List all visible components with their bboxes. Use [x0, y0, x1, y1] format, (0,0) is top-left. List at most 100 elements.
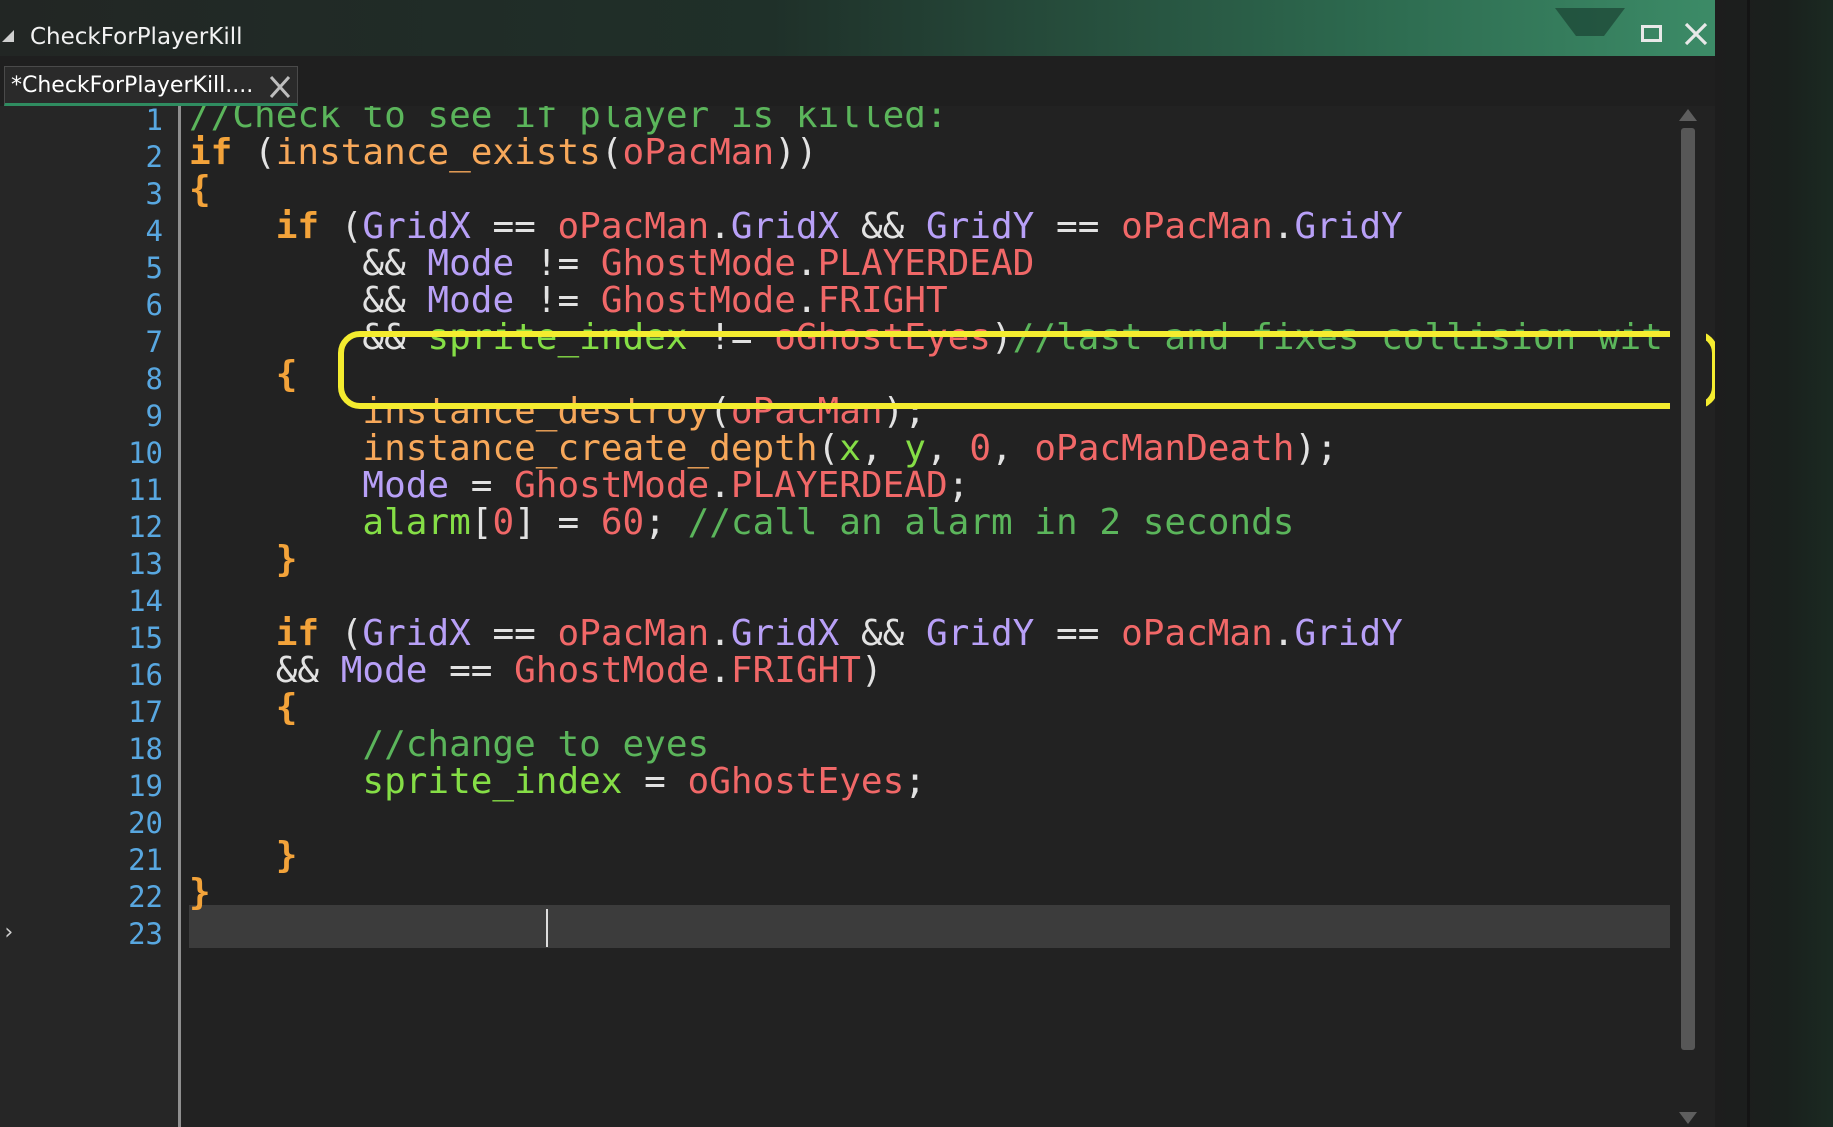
code-token: (	[232, 132, 276, 173]
code-token: FRIGHT	[817, 280, 948, 321]
code-token: &&	[189, 280, 428, 321]
code-token: GhostMode	[514, 465, 710, 506]
code-token: ] =	[514, 502, 601, 543]
code-line: alarm[0] = 60; //call an alarm in 2 seco…	[189, 501, 1294, 544]
vertical-scrollbar[interactable]	[1670, 106, 1706, 1127]
code-token: oPacMan	[622, 132, 775, 173]
code-token: ))	[774, 132, 818, 173]
code-line: sprite_index = oGhostEyes;	[189, 760, 926, 803]
code-token: Mode	[427, 243, 515, 284]
close-icon[interactable]	[1680, 18, 1712, 50]
tab-close-icon[interactable]	[267, 74, 293, 100]
code-line: if (instance_exists(oPacMan))	[189, 131, 818, 174]
code-token: ,	[991, 428, 1035, 469]
code-token: {	[275, 687, 298, 728]
code-token: oPacMan	[557, 206, 710, 247]
code-token: &&	[839, 613, 926, 654]
code-token: [	[470, 502, 493, 543]
code-token: //call an alarm in 2 seconds	[687, 502, 1295, 543]
code-token: &&	[839, 206, 926, 247]
window-title: CheckForPlayerKill	[30, 24, 243, 50]
code-token: GridX	[730, 613, 840, 654]
code-token: oPacMan	[1121, 613, 1273, 654]
line-number-gutter: › 1 2 3 4 5 6 7 8 9 10 11 12 13 14 15 16 17 18 19 20 21 22 23	[0, 106, 181, 1127]
code-token: ;	[947, 465, 970, 506]
code-token: ;	[904, 761, 926, 802]
code-token: x	[839, 428, 861, 469]
code-token: 0	[969, 428, 992, 469]
code-token: .	[795, 280, 818, 321]
code-token: .	[709, 650, 731, 691]
code-editor[interactable]: › 1 2 3 4 5 6 7 8 9 10 11 12 13 14 15 16 17 18 19 20 21 22 23 …	[0, 106, 1715, 1127]
code-token: GhostMode	[514, 650, 710, 691]
code-token: (	[600, 132, 623, 173]
code-token: &&	[189, 650, 341, 691]
code-token: .	[709, 465, 731, 506]
code-token: //change to eyes	[362, 724, 710, 765]
code-token: GhostMode	[600, 243, 796, 284]
code-token: sprite_index	[362, 761, 623, 802]
code-editor-window: CheckForPlayerKill *CheckForPlayerKill..…	[0, 0, 1715, 1127]
code-token: oPacMan	[557, 613, 710, 654]
code-token: alarm	[362, 502, 471, 543]
code-token: =	[449, 465, 515, 506]
maximize-icon[interactable]	[1641, 25, 1662, 42]
title-bar[interactable]: CheckForPlayerKill	[0, 0, 1715, 56]
code-token: .	[709, 206, 731, 247]
code-token: (	[319, 206, 363, 247]
code-token: GridY	[925, 206, 1035, 247]
code-token: ==	[1034, 613, 1122, 654]
scrollbar-thumb[interactable]	[1681, 128, 1695, 1050]
code-token: (	[319, 613, 363, 654]
code-token: GridX	[362, 206, 471, 247]
code-token: GridY	[925, 613, 1035, 654]
code-token: ==	[427, 650, 515, 691]
code-token: GhostMode	[600, 280, 796, 321]
code-token: ==	[470, 613, 558, 654]
collapse-triangle-icon[interactable]	[2, 30, 14, 42]
code-token: .	[1272, 613, 1295, 654]
code-token: oPacManDeath	[1034, 428, 1295, 469]
code-area[interactable]: //Check to see if player is killed: if (i…	[181, 106, 1681, 1127]
code-token: GridY	[1294, 613, 1403, 654]
code-token: instance_exists	[275, 132, 601, 173]
code-token: !=	[514, 280, 601, 321]
code-token: GridX	[362, 613, 471, 654]
code-token: GridX	[730, 206, 840, 247]
code-token: PLAYERDEAD	[730, 465, 948, 506]
code-token: if	[189, 132, 233, 173]
code-token: );	[1294, 428, 1338, 469]
tab-strip: *CheckForPlayerKill....	[0, 56, 1715, 108]
scroll-down-arrow-icon[interactable]	[1679, 1112, 1697, 1124]
code-token: FRIGHT	[730, 650, 861, 691]
side-panel-background	[1715, 0, 1833, 1127]
code-token: =	[622, 761, 688, 802]
code-token: }	[275, 835, 298, 876]
code-token: (	[817, 428, 840, 469]
code-token: oPacMan	[1121, 206, 1273, 247]
code-token: oGhostEyes	[687, 761, 905, 802]
code-token: if	[275, 613, 320, 654]
code-token: {	[275, 354, 298, 395]
tab-checkforplayerkill[interactable]: *CheckForPlayerKill....	[4, 66, 298, 106]
title-bar-decoration	[1555, 8, 1625, 36]
scroll-up-arrow-icon[interactable]	[1679, 109, 1697, 121]
code-token: Mode	[427, 280, 515, 321]
annotation-highlight-box	[338, 331, 1715, 409]
code-token: }	[275, 539, 298, 580]
line-number: 23	[128, 917, 163, 951]
code-token: if	[275, 206, 320, 247]
code-token: !=	[514, 243, 601, 284]
code-token: Mode	[340, 650, 428, 691]
code-token: ,	[860, 428, 905, 469]
code-token: {	[189, 169, 211, 210]
